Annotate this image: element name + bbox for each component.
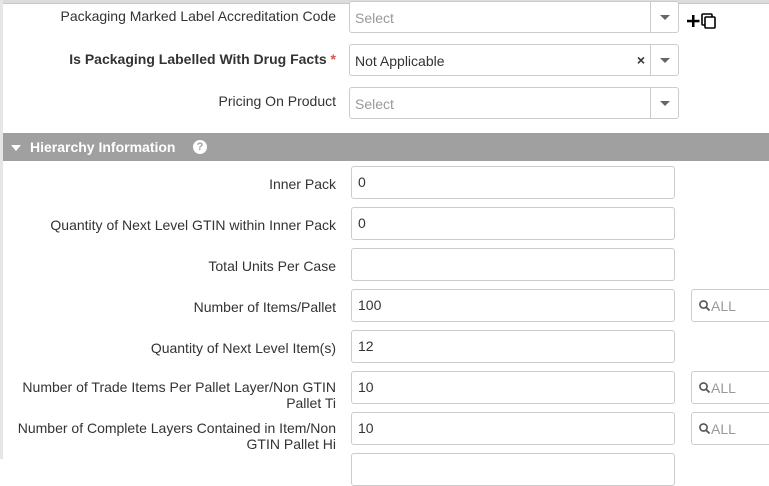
pallet-ti-label: Number of Trade Items Per Pallet Layer/N… [0, 379, 336, 411]
inner-pack-label: Inner Pack [269, 176, 336, 192]
drug-facts-label-text: Is Packaging Labelled With Drug Facts [69, 51, 327, 67]
search-icon [699, 300, 711, 312]
pricing-select[interactable]: Select [349, 87, 679, 119]
search-icon-lens [699, 382, 708, 391]
search-icon [699, 382, 711, 394]
pricing-label: Pricing On Product [218, 93, 337, 109]
pallet-hi-label: Number of Complete Layers Contained in I… [0, 420, 336, 452]
pallet-ti-label-line2: Pallet Ti [286, 395, 336, 411]
search-icon-lens [699, 300, 708, 309]
pallet-hi-label-line2: GTIN Pallet Hi [246, 436, 336, 452]
scope-search-box[interactable]: ALL [691, 371, 769, 404]
scope-text: ALL [711, 421, 736, 437]
clear-icon[interactable]: × [637, 52, 645, 68]
qty-next-gtin-input[interactable]: 0 [351, 207, 675, 240]
qty-next-gtin-label: Quantity of Next Level GTIN within Inner… [50, 217, 336, 233]
pallet-hi-label-line1: Number of Complete Layers Contained in I… [17, 420, 336, 436]
pallet-ti-label-line1: Number of Trade Items Per Pallet Layer/N… [22, 379, 336, 395]
search-icon-handle [705, 388, 711, 394]
drug-facts-value: Not Applicable [355, 53, 445, 69]
search-icon-lens [699, 423, 708, 432]
pallet-hi-input[interactable]: 10 [351, 412, 675, 445]
search-icon-handle [705, 429, 711, 435]
marked-label-code-select[interactable]: Select [349, 1, 679, 33]
plus-icon-horizontal [687, 19, 700, 23]
items-pallet-input[interactable]: 100 [351, 289, 675, 322]
required-marker: * [330, 51, 336, 67]
scope-text: ALL [711, 380, 736, 396]
copy-icon-front [704, 16, 716, 29]
chevron-down-icon[interactable] [650, 2, 678, 32]
marked-label-code-placeholder: Select [355, 10, 394, 26]
section-title: Hierarchy Information [30, 139, 176, 155]
drug-facts-select[interactable]: Not Applicable × [349, 44, 679, 76]
next-field-input[interactable] [351, 453, 675, 486]
total-units-label: Total Units Per Case [208, 258, 336, 274]
total-units-input[interactable] [351, 248, 675, 281]
help-icon[interactable]: ? [193, 140, 207, 154]
section-header-hierarchy[interactable]: Hierarchy Information ? [3, 133, 769, 161]
scope-text: ALL [711, 298, 736, 314]
scope-search-box[interactable]: ALL [691, 412, 769, 445]
add-copy-icon[interactable] [686, 11, 720, 31]
pricing-placeholder: Select [355, 96, 394, 112]
search-icon [699, 423, 711, 435]
items-pallet-label: Number of Items/Pallet [193, 299, 336, 315]
pallet-ti-input[interactable]: 10 [351, 371, 675, 404]
qty-next-level-label: Quantity of Next Level Item(s) [150, 340, 336, 356]
marked-label-code-label: Packaging Marked Label Accreditation Cod… [60, 8, 336, 24]
scope-search-box[interactable]: ALL [691, 289, 769, 322]
collapse-caret-icon[interactable] [11, 145, 21, 151]
inner-pack-input[interactable]: 0 [351, 166, 675, 199]
qty-next-level-input[interactable]: 12 [351, 330, 675, 363]
chevron-down-icon[interactable] [650, 88, 678, 118]
search-icon-handle [705, 306, 711, 312]
chevron-down-icon[interactable] [650, 45, 678, 75]
drug-facts-label: Is Packaging Labelled With Drug Facts * [0, 51, 336, 67]
